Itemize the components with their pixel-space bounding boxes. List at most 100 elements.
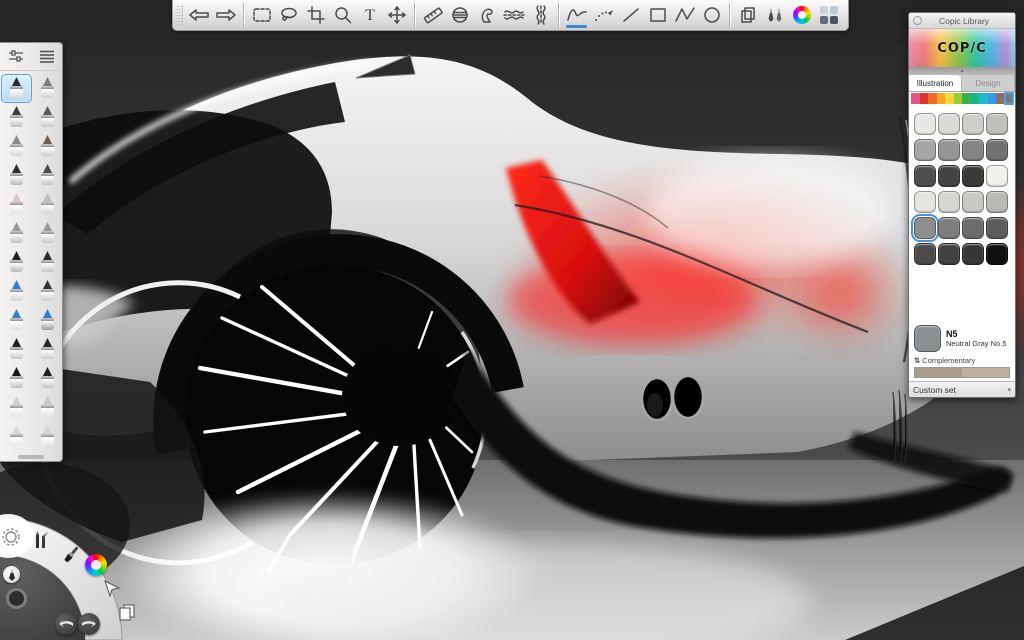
brush-chisel-blue-wide[interactable]	[32, 306, 63, 335]
brush-preview-puck[interactable]	[3, 566, 20, 583]
color-swatch-6[interactable]	[962, 139, 984, 161]
color-swatch-21[interactable]	[938, 243, 960, 265]
brush-mop-brush-2[interactable]	[32, 422, 63, 451]
brush-chisel-blue[interactable]	[1, 306, 32, 335]
brush-detail-nib[interactable]	[32, 132, 63, 161]
select-marquee-tool-button[interactable]	[248, 1, 275, 29]
brush-soft-brush-black[interactable]	[1, 364, 32, 393]
color-swatch-14[interactable]	[962, 191, 984, 213]
brush-eraser-hard[interactable]	[32, 190, 63, 219]
color-swatch-18[interactable]	[962, 217, 984, 239]
brush-airbrush[interactable]	[32, 74, 63, 103]
hue-swatch-5[interactable]	[954, 93, 963, 104]
select-lasso-tool-button[interactable]	[275, 1, 302, 29]
draw-rectangle-tool-button[interactable]	[644, 1, 671, 29]
color-swatch-1[interactable]	[938, 113, 960, 135]
color-swatch-17[interactable]	[938, 217, 960, 239]
brush-settings-icon[interactable]	[4, 45, 28, 67]
brush-marker-chisel[interactable]	[1, 103, 32, 132]
hue-swatch-4[interactable]	[945, 93, 954, 104]
hue-swatch-7[interactable]	[971, 93, 980, 104]
color-swatch-10[interactable]	[962, 165, 984, 187]
brush-sharp-pencil[interactable]	[32, 277, 63, 306]
hue-swatch-3[interactable]	[937, 93, 946, 104]
color-swatch-22[interactable]	[962, 243, 984, 265]
copic-library-tool-button[interactable]	[815, 1, 842, 29]
color-swatch-13[interactable]	[938, 191, 960, 213]
color-swatch-15[interactable]	[986, 191, 1008, 213]
crop-tool-button[interactable]	[302, 1, 329, 29]
redo-tool-button[interactable]	[212, 1, 239, 29]
redo-button[interactable]	[78, 613, 100, 635]
undo-button[interactable]	[55, 613, 77, 635]
ellipse-guide-tool-button[interactable]	[446, 1, 473, 29]
brush-marker-angled[interactable]	[32, 103, 63, 132]
color-swatch-2[interactable]	[962, 113, 984, 135]
hue-swatch-9[interactable]	[988, 93, 997, 104]
brush-texture-brush-2[interactable]	[32, 393, 63, 422]
undo-tool-button[interactable]	[185, 1, 212, 29]
tools-icon[interactable]	[30, 529, 52, 551]
cursor-icon[interactable]	[101, 577, 123, 599]
text-tool-button[interactable]: T	[356, 1, 383, 29]
brush-round-brush-small-2[interactable]	[32, 335, 63, 364]
draw-dotted-curve-tool-button[interactable]	[590, 1, 617, 29]
color-puck[interactable]	[6, 588, 27, 609]
hue-swatch-6[interactable]	[962, 93, 971, 104]
close-icon[interactable]	[913, 16, 922, 25]
brush-cone-marker[interactable]	[1, 161, 32, 190]
color-swatch-16[interactable]	[914, 217, 936, 239]
hue-swatch-10[interactable]	[996, 93, 1005, 104]
move-tool-button[interactable]	[383, 1, 410, 29]
brush-palette-tool-button[interactable]	[761, 1, 788, 29]
complementary-swap-icon[interactable]: ⇅	[914, 356, 920, 365]
symmetry-y-tool-button[interactable]	[500, 1, 527, 29]
color-swatch-23[interactable]	[986, 243, 1008, 265]
color-wheel-icon[interactable]	[85, 554, 107, 576]
draw-polyline-tool-button[interactable]	[671, 1, 698, 29]
hue-swatch-11[interactable]	[1005, 93, 1014, 104]
custom-set-row[interactable]: Custom set ▾	[909, 381, 1015, 397]
layer-editor-tool-button[interactable]	[734, 1, 761, 29]
brush-bullet-tip-pen[interactable]	[1, 132, 32, 161]
hue-swatch-0[interactable]	[911, 93, 920, 104]
color-swatch-5[interactable]	[938, 139, 960, 161]
draw-stroke-tool-button[interactable]	[563, 1, 590, 29]
hue-swatch-2[interactable]	[928, 93, 937, 104]
brush-round-brush-small[interactable]	[1, 335, 32, 364]
color-swatch-19[interactable]	[986, 217, 1008, 239]
hue-swatch-1[interactable]	[920, 93, 929, 104]
brush-soft-brush-angled[interactable]	[32, 364, 63, 393]
color-swatch-0[interactable]	[914, 113, 936, 135]
color-swatch-11[interactable]	[986, 165, 1008, 187]
complementary-color-0[interactable]	[915, 368, 962, 377]
symmetry-x-tool-button[interactable]	[527, 1, 554, 29]
color-swatch-12[interactable]	[914, 191, 936, 213]
color-swatch-3[interactable]	[986, 113, 1008, 135]
brush-flare-nib[interactable]	[32, 161, 63, 190]
brush-paint-can-2[interactable]	[32, 219, 63, 248]
brush-texture-brush[interactable]	[1, 393, 32, 422]
corner-gear-icon[interactable]	[0, 526, 22, 548]
brush-pencil[interactable]	[1, 74, 32, 103]
zoom-tool-button[interactable]	[329, 1, 356, 29]
hue-swatch-8[interactable]	[979, 93, 988, 104]
layers-icon[interactable]	[116, 601, 138, 623]
brush-paint-can[interactable]	[1, 219, 32, 248]
copic-collapse-handle[interactable]: ▴	[909, 67, 1015, 75]
complementary-colors-bar[interactable]	[914, 367, 1010, 378]
brush-eraser-soft[interactable]	[1, 190, 32, 219]
copic-tab-illustration[interactable]: Illustration	[909, 75, 962, 91]
complementary-color-1[interactable]	[962, 368, 1009, 377]
color-swatch-4[interactable]	[914, 139, 936, 161]
brush-dark-marker[interactable]	[1, 248, 32, 277]
color-swatch-20[interactable]	[914, 243, 936, 265]
draw-ellipse-tool-button[interactable]	[698, 1, 725, 29]
color-editor-tool-button[interactable]	[788, 1, 815, 29]
brush-panel-resize-handle[interactable]	[0, 454, 62, 461]
french-curve-tool-button[interactable]	[473, 1, 500, 29]
toolbar-drag-handle[interactable]	[175, 4, 183, 26]
color-swatch-8[interactable]	[914, 165, 936, 187]
brush-mop-brush[interactable]	[1, 422, 32, 451]
copic-tab-design[interactable]: Design	[962, 75, 1015, 91]
